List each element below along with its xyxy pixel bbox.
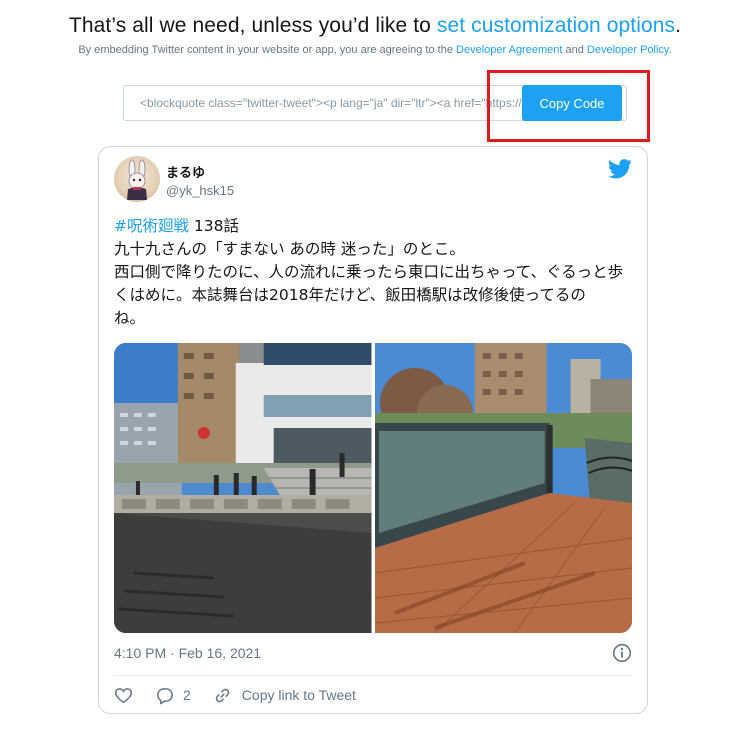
- embedded-tweet: まるゆ @yk_hsk15 #呪術廻戦 138話 九十九さんの「すまない あの時…: [98, 146, 648, 714]
- hashtag-link[interactable]: #呪術廻戦: [114, 217, 189, 235]
- agreement-notice: By embedding Twitter content in your web…: [0, 44, 750, 56]
- agreement-suffix: .: [668, 44, 672, 56]
- customization-options-link[interactable]: set customization options: [437, 14, 675, 37]
- embed-code-text[interactable]: <blockquote class="twitter-tweet"><p lan…: [140, 96, 522, 110]
- tweet-text: #呪術廻戦 138話 九十九さんの「すまない あの時 迷った」のとこ。 西口側で…: [114, 215, 634, 330]
- headline-prefix: That’s all we need, unless you’d like to: [68, 14, 437, 37]
- twitter-bird-icon[interactable]: [608, 159, 632, 179]
- tweet-divider: [114, 675, 632, 676]
- copy-link-label: Copy link to Tweet: [241, 687, 356, 703]
- developer-agreement-link[interactable]: Developer Agreement: [456, 44, 562, 56]
- hashtag-rest: 138話: [189, 217, 240, 235]
- author-name[interactable]: まるゆ: [166, 162, 205, 181]
- tweet-line: ね。: [114, 309, 146, 327]
- tweet-photo-station-stairs[interactable]: [114, 343, 372, 633]
- agreement-and: and: [562, 44, 587, 56]
- heart-icon: [114, 687, 133, 703]
- copy-link-button[interactable]: Copy link to Tweet: [213, 686, 356, 705]
- tweet-line-hashtag: #呪術廻戦 138話: [114, 215, 634, 238]
- info-icon[interactable]: [612, 643, 632, 663]
- reply-button[interactable]: 2: [155, 686, 191, 705]
- reply-count: 2: [183, 687, 191, 703]
- headline-suffix: .: [675, 14, 682, 37]
- link-icon: [215, 688, 230, 702]
- agreement-prefix: By embedding Twitter content in your web…: [78, 44, 457, 56]
- like-button[interactable]: [114, 686, 133, 705]
- tweet-line: 九十九さんの「すまない あの時 迷った」のとこ。: [114, 240, 465, 258]
- tweet-media: [114, 343, 632, 633]
- avatar[interactable]: [114, 156, 160, 202]
- developer-policy-link[interactable]: Developer Policy: [587, 44, 669, 56]
- tweet-photo-walkway[interactable]: [374, 343, 632, 633]
- tweet-line: 西口側で降りたのに、人の流れに乗ったら東口に出ちゃって、ぐるっと歩: [114, 263, 624, 281]
- tweet-actions: 2 Copy link to Tweet: [114, 684, 356, 706]
- tweet-line: くはめに。本誌舞台は2018年だけど、飯田橋駅は改修後使ってるの: [114, 286, 586, 304]
- author-handle[interactable]: @yk_hsk15: [166, 183, 234, 198]
- reply-bubble-icon: [156, 687, 173, 704]
- copy-code-highlight: [487, 70, 650, 142]
- tweet-timestamp[interactable]: 4:10 PM · Feb 16, 2021: [114, 645, 261, 661]
- embed-headline: That’s all we need, unless you’d like to…: [0, 14, 750, 38]
